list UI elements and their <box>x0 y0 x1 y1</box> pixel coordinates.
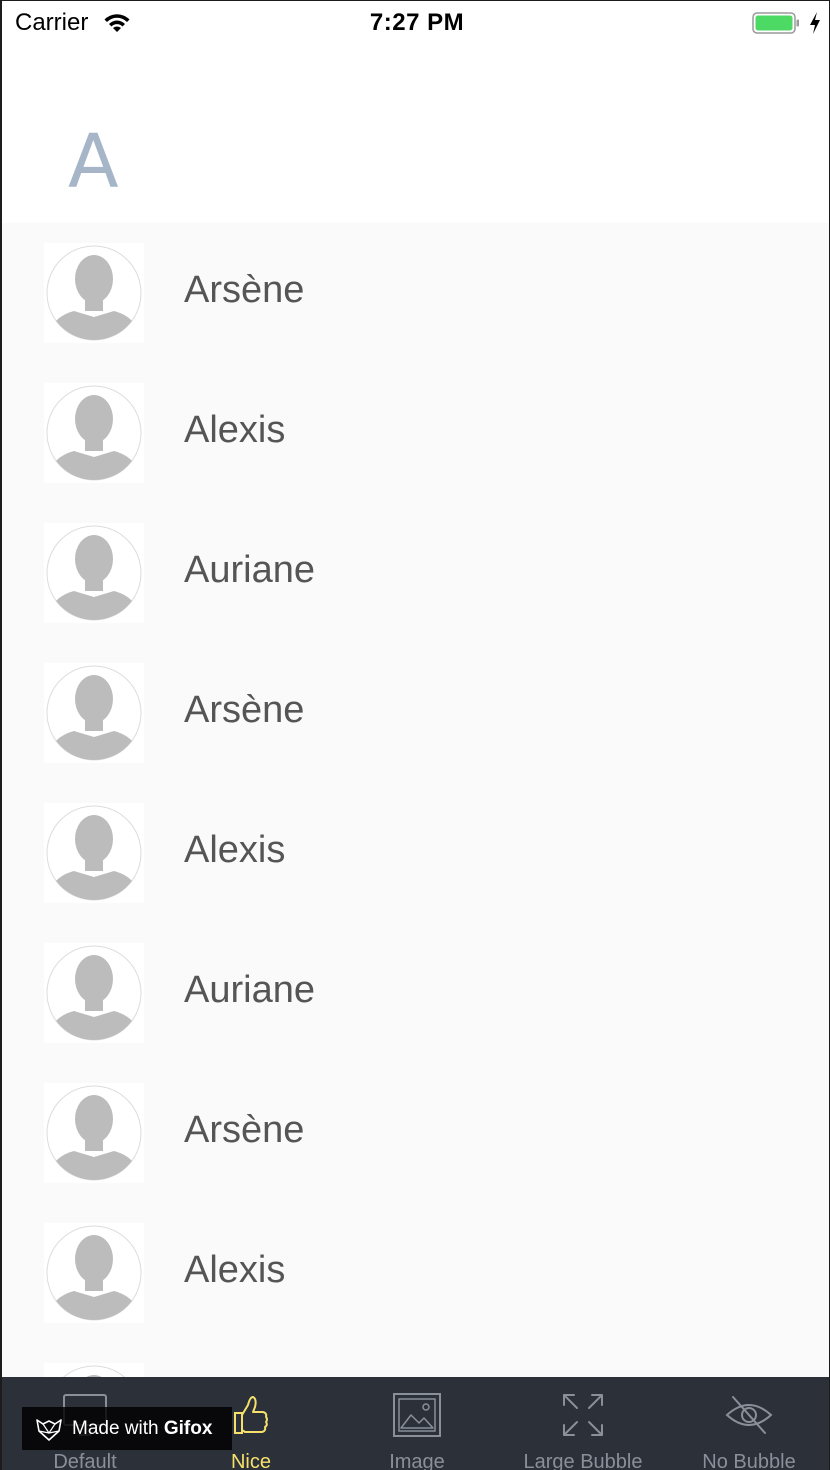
contact-name: Arsène <box>184 689 305 731</box>
charging-bolt-icon <box>810 12 820 34</box>
list-item[interactable]: Arsène <box>2 1063 829 1203</box>
person-placeholder-icon <box>44 383 144 483</box>
contact-name: Arsène <box>184 269 305 311</box>
tab-label: Image <box>389 1451 445 1470</box>
tab-no-bubble[interactable]: No Bubble <box>666 1377 829 1470</box>
expand-icon <box>563 1394 603 1436</box>
list-item[interactable]: Arsène <box>2 223 829 363</box>
contact-name: Arsène <box>184 1109 305 1151</box>
tab-image[interactable]: Image <box>334 1377 500 1470</box>
person-placeholder-icon <box>44 1083 144 1183</box>
gifox-logo-icon <box>36 1419 62 1441</box>
battery-icon <box>752 12 799 34</box>
contact-name: Auriane <box>184 969 315 1011</box>
contact-name: Alexis <box>184 829 286 871</box>
list-item[interactable]: Alexis <box>2 1203 829 1343</box>
contact-name: Auriane <box>184 549 315 591</box>
gifox-watermark: Made with Gifox <box>22 1407 232 1450</box>
person-placeholder-icon <box>44 663 144 763</box>
tab-label: Nice <box>230 1451 271 1470</box>
tab-label: No Bubble <box>702 1451 796 1470</box>
list-item[interactable]: Auriane <box>2 503 829 643</box>
person-placeholder-icon <box>44 1223 144 1323</box>
app-screen: Carrier 7:27 PM A Arsène Alexis Auriane … <box>0 0 830 1470</box>
status-time: 7:27 PM <box>369 9 465 36</box>
status-bar: Carrier 7:27 PM <box>2 1 829 45</box>
section-header: A <box>2 45 829 223</box>
contact-name: Alexis <box>184 1249 286 1291</box>
watermark-text: Made with Gifox <box>72 1418 213 1439</box>
person-placeholder-icon <box>44 243 144 343</box>
eye-slash-icon <box>725 1396 773 1434</box>
list-item[interactable]: Auriane <box>2 923 829 1063</box>
person-placeholder-icon <box>44 943 144 1043</box>
person-placeholder-icon <box>44 523 144 623</box>
contact-list[interactable]: Arsène Alexis Auriane Arsène Alexis Auri… <box>2 223 829 1377</box>
contact-name: Alexis <box>184 409 286 451</box>
list-item[interactable]: Arsène <box>2 643 829 783</box>
tab-label: Default <box>53 1451 117 1470</box>
person-placeholder-icon <box>44 803 144 903</box>
list-item[interactable]: Alexis <box>2 783 829 923</box>
thumbs-up-icon <box>234 1396 268 1434</box>
person-placeholder-icon <box>44 1363 144 1377</box>
image-icon <box>393 1393 441 1437</box>
list-item[interactable]: Alexis <box>2 363 829 503</box>
section-index-letter: A <box>68 119 119 205</box>
tab-label: Large Bubble <box>523 1451 643 1470</box>
tab-large-bubble[interactable]: Large Bubble <box>500 1377 666 1470</box>
list-item[interactable] <box>2 1343 829 1377</box>
